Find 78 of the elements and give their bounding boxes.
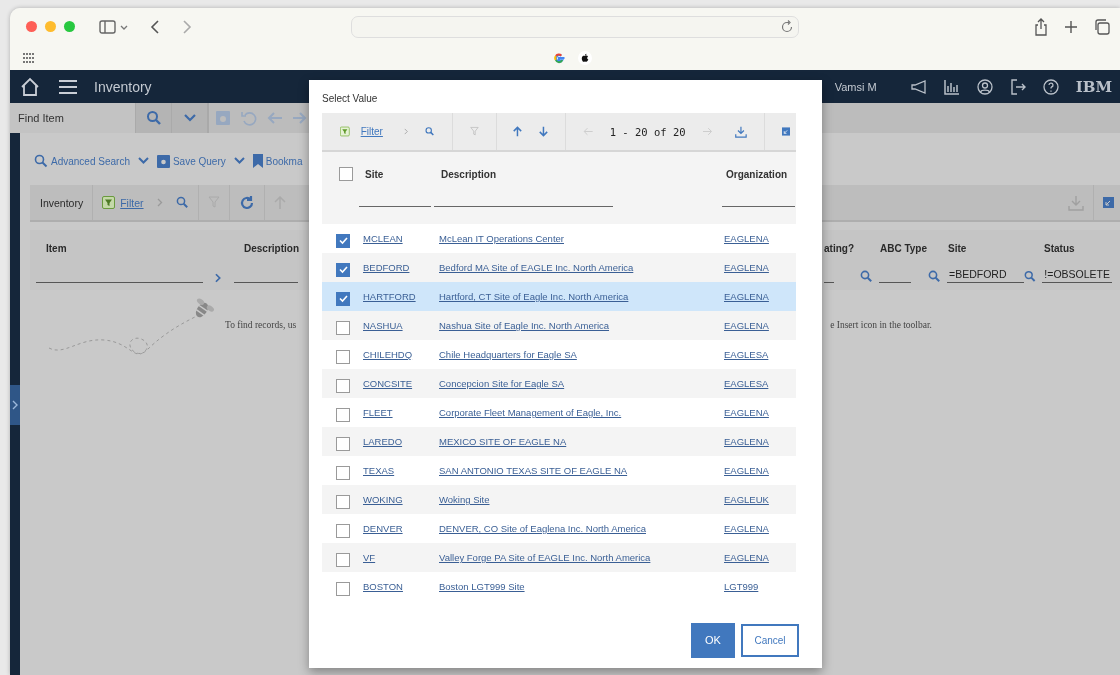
- description-link[interactable]: Bedford MA Site of EAGLE Inc. North America: [439, 262, 724, 273]
- organization-link[interactable]: LGT999: [724, 581, 759, 592]
- site-link[interactable]: DENVER: [363, 523, 439, 534]
- description-link[interactable]: Corporate Fleet Management of Eagle, Inc.: [439, 407, 724, 418]
- description-link[interactable]: SAN ANTONIO TEXAS SITE OF EAGLE NA: [439, 465, 724, 476]
- organization-link[interactable]: EAGLENA: [724, 291, 769, 302]
- table-row[interactable]: MCLEAN McLean IT Operations Center EAGLENA: [322, 224, 796, 253]
- table-row[interactable]: TEXAS SAN ANTONIO TEXAS SITE OF EAGLE NA EAGLENA: [322, 456, 796, 485]
- column-header[interactable]: Status: [1024, 230, 1112, 261]
- column-header[interactable]: Description: [234, 230, 299, 261]
- site-link[interactable]: NASHUA: [363, 320, 439, 331]
- column-header[interactable]: Site: [928, 230, 1024, 261]
- ok-button[interactable]: OK: [691, 622, 735, 658]
- filter-field[interactable]: !=OBSOLETE: [1042, 266, 1112, 283]
- table-row[interactable]: BEDFORD Bedford MA Site of EAGLE Inc. North America EAGLENA: [322, 253, 796, 282]
- site-link[interactable]: CONCSITE: [363, 378, 439, 389]
- site-link[interactable]: HARTFORD: [363, 291, 439, 302]
- description-link[interactable]: Nashua Site of Eagle Inc. North America: [439, 320, 724, 331]
- table-title: Inventory: [40, 196, 84, 209]
- description-link[interactable]: Concepcion Site for Eagle SA: [439, 378, 724, 389]
- action-button[interactable]: Advanced Search: [34, 154, 149, 168]
- filter-field[interactable]: =BEDFORD: [947, 266, 1024, 283]
- site-link[interactable]: MCLEAN: [363, 233, 439, 244]
- site-link[interactable]: CHILEHDQ: [363, 349, 439, 360]
- organization-link[interactable]: EAGLENA: [724, 465, 769, 476]
- site-link[interactable]: BOSTON: [363, 581, 439, 592]
- organization-link[interactable]: EAGLENA: [724, 523, 769, 534]
- description-link[interactable]: Woking Site: [439, 494, 724, 505]
- find-item-field[interactable]: Find Item: [10, 103, 135, 133]
- action-button[interactable]: Save Query: [156, 154, 245, 168]
- table-row[interactable]: CHILEHDQ Chile Headquarters for Eagle SA EAGLESA: [322, 340, 796, 369]
- organization-link[interactable]: EAGLESA: [724, 378, 769, 389]
- site-link[interactable]: TEXAS: [363, 465, 439, 476]
- site-link[interactable]: FLEET: [363, 407, 439, 418]
- description-link[interactable]: Hartford, CT Site of Eagle Inc. North America: [439, 291, 724, 302]
- organization-link[interactable]: EAGLENA: [724, 233, 769, 244]
- table-row[interactable]: NASHUA Nashua Site of Eagle Inc. North America EAGLENA: [322, 311, 796, 340]
- cancel-button[interactable]: Cancel: [741, 623, 799, 657]
- organization-link[interactable]: EAGLENA: [724, 320, 769, 331]
- organization-link[interactable]: EAGLESA: [724, 349, 769, 360]
- column-header[interactable]: Description: [441, 168, 726, 180]
- hint-text: e Insert icon in the toolbar.: [830, 320, 932, 330]
- site-link[interactable]: WOKING: [363, 494, 439, 505]
- organization-link[interactable]: EAGLENA: [724, 436, 769, 447]
- site-link[interactable]: VF: [363, 552, 439, 563]
- column-header[interactable]: Organization: [726, 168, 788, 180]
- table-row[interactable]: LAREDO MEXICO SITE OF EAGLE NA EAGLENA: [322, 427, 796, 456]
- highlighted-row[interactable]: HARTFORD Hartford, CT Site of Eagle Inc. North America EAGLENA: [322, 282, 796, 311]
- description-link[interactable]: Valley Forge PA Site of EAGLE Inc. North America: [439, 552, 724, 563]
- description-link[interactable]: DENVER, CO Site of Eaglena Inc. North America: [439, 523, 724, 534]
- description-link[interactable]: Chile Headquarters for Eagle SA: [439, 349, 724, 360]
- site-link[interactable]: LAREDO: [363, 436, 439, 447]
- pagination-text: 1 - 20 of 20: [609, 125, 686, 138]
- description-link[interactable]: Boston LGT999 Site: [439, 581, 724, 592]
- user-name[interactable]: Vamsi M: [834, 80, 877, 93]
- organization-link[interactable]: EAGLENA: [724, 407, 769, 418]
- organization-link[interactable]: EAGLEUK: [724, 494, 769, 505]
- table-row[interactable]: BOSTON Boston LGT999 Site LGT999: [322, 572, 796, 601]
- table-row[interactable]: WOKING Woking Site EAGLEUK: [322, 485, 796, 514]
- filter-link[interactable]: Filter: [360, 126, 383, 137]
- hint-text: To find records, us: [225, 320, 297, 330]
- column-header[interactable]: ABC Type: [860, 230, 928, 261]
- description-link[interactable]: MEXICO SITE OF EAGLE NA: [439, 436, 724, 447]
- table-row[interactable]: DENVER DENVER, CO Site of Eaglena Inc. North America EAGLENA: [322, 514, 796, 543]
- organization-link[interactable]: EAGLENA: [724, 552, 769, 563]
- ibm-logo: IBM: [1075, 77, 1112, 96]
- action-button[interactable]: Bookma: [252, 154, 303, 168]
- app-title: Inventory: [94, 78, 152, 95]
- table-row[interactable]: FLEET Corporate Fleet Management of Eagle, Inc. EAGLENA: [322, 398, 796, 427]
- organization-link[interactable]: EAGLENA: [724, 262, 769, 273]
- table-row[interactable]: CONCSITE Concepcion Site for Eagle SA EAGLESA: [322, 369, 796, 398]
- description-link[interactable]: McLean IT Operations Center: [439, 233, 724, 244]
- dialog-title: Select Value: [322, 92, 379, 106]
- column-header[interactable]: Site: [365, 168, 441, 180]
- column-header[interactable]: ating?: [824, 230, 860, 261]
- site-link[interactable]: BEDFORD: [363, 262, 439, 273]
- table-row[interactable]: VF Valley Forge PA Site of EAGLE Inc. North America EAGLENA: [322, 543, 796, 572]
- column-header[interactable]: Item: [36, 230, 222, 261]
